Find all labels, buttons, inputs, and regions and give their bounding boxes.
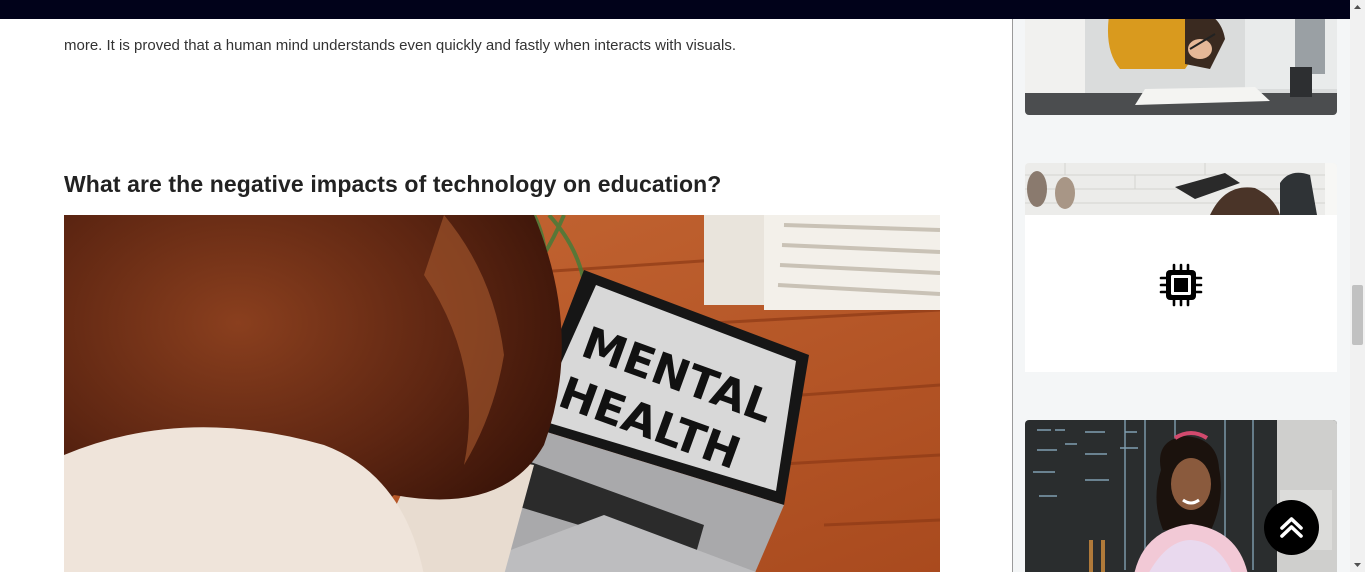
sidebar [1013, 19, 1350, 572]
sidebar-card-image[interactable] [1025, 163, 1337, 215]
scrollbar-thumb[interactable] [1352, 285, 1363, 345]
section-heading: What are the negative impacts of technol… [64, 171, 722, 197]
double-chevron-up-icon [1280, 517, 1303, 538]
back-to-top-button[interactable] [1264, 500, 1319, 555]
hero-image: MENTAL HEALTH [64, 215, 940, 572]
paragraph-text: more. It is proved that a human mind und… [64, 37, 737, 54]
scroll-down-arrow-icon[interactable] [1350, 558, 1365, 572]
article-main: more. It is proved that a human mind und… [0, 19, 1012, 572]
photo-student-writing-icon [1025, 19, 1337, 115]
sidebar-card-image[interactable] [1025, 19, 1337, 115]
photo-student-lying-icon [1025, 163, 1337, 215]
scroll-up-arrow-icon[interactable] [1350, 0, 1365, 14]
cpu-chip-icon [1159, 263, 1203, 307]
ad-placeholder[interactable] [1025, 215, 1337, 372]
page-scrollbar[interactable] [1350, 0, 1365, 572]
top-bar [0, 0, 1350, 19]
